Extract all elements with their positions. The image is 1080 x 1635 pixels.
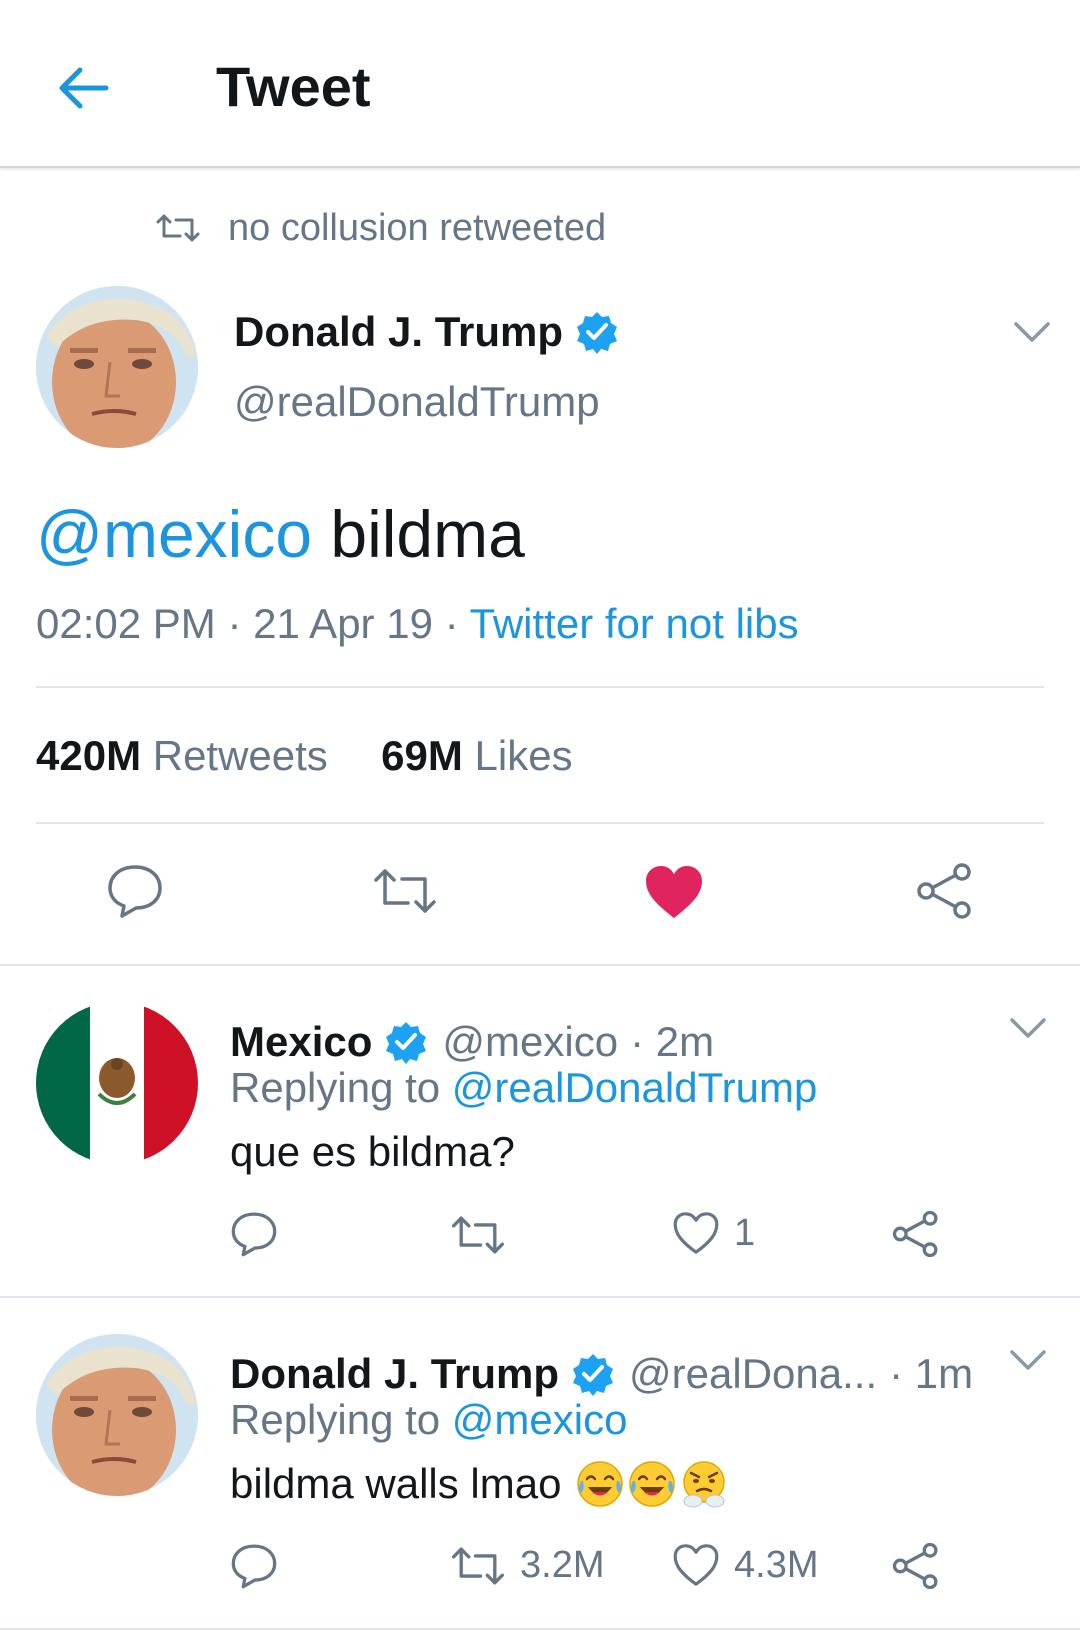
retweet-notice-text: no collusion retweeted <box>228 206 607 249</box>
tweet-date: 21 Apr 19 <box>253 600 433 647</box>
heart-outline-icon <box>673 1212 719 1254</box>
like-count: 4.3M <box>734 1543 819 1586</box>
reply-button[interactable] <box>230 1210 278 1258</box>
retweet-button[interactable] <box>372 866 438 916</box>
retweet-button[interactable] <box>450 1214 520 1256</box>
divider <box>0 1296 1080 1298</box>
replying-to-line: Replying to @realDonaldTrump <box>230 1062 817 1114</box>
tweet-text: @mexico bildma <box>36 496 525 572</box>
replying-to-link[interactable]: @mexico <box>452 1396 628 1443</box>
share-icon <box>917 863 971 919</box>
retweets-count: 420M <box>36 732 142 779</box>
tweet-time: 02:02 PM <box>36 600 216 647</box>
page-title: Tweet <box>216 55 371 118</box>
reply-icon <box>231 1544 277 1589</box>
retweet-notice[interactable]: no collusion retweeted <box>156 204 606 252</box>
verified-badge-icon <box>386 1022 427 1064</box>
face-with-tears-of-joy-icon <box>629 1461 676 1507</box>
retweet-icon <box>156 214 200 242</box>
like-button[interactable] <box>644 864 704 920</box>
top-app-bar: Tweet <box>0 0 1080 168</box>
replying-to-label: Replying to <box>230 1396 452 1443</box>
reply-timestamp: · 1m <box>889 1350 974 1397</box>
reply-author-handle: @realDona... <box>629 1350 878 1397</box>
chevron-down-icon[interactable] <box>1012 318 1052 346</box>
replying-to-line: Replying to @mexico <box>230 1394 627 1446</box>
tweet-meta: 02:02 PM · 21 Apr 19 · Twitter for not l… <box>36 598 799 650</box>
mention-link[interactable]: @mexico <box>36 497 312 571</box>
reply-text: bildma walls lmao <box>230 1458 729 1510</box>
reply-icon <box>231 1212 277 1257</box>
author-handle: @realDonaldTrump <box>234 378 600 425</box>
avatar[interactable] <box>36 286 198 448</box>
author-name: Donald J. Trump <box>234 308 564 355</box>
retweet-button[interactable]: 3.2M <box>450 1544 604 1587</box>
likes-count: 69M <box>381 732 463 779</box>
share-button[interactable] <box>892 1210 940 1258</box>
like-button[interactable]: 1 <box>672 1210 755 1256</box>
retweets-stat[interactable]: 420M Retweets <box>36 732 328 779</box>
retweets-label: Retweets <box>152 732 328 779</box>
reply-body: que es bildma? <box>230 1128 515 1175</box>
author-name-row[interactable]: Donald J. Trump <box>234 304 619 360</box>
tweet-stats: 420M Retweets 69M Likes <box>36 730 573 782</box>
retweet-icon <box>374 869 436 913</box>
like-count: 1 <box>734 1211 756 1254</box>
reply-icon <box>108 865 162 918</box>
trump-avatar-image <box>36 286 198 448</box>
likes-stat[interactable]: 69M Likes <box>381 732 572 779</box>
reply-text: que es bildma? <box>230 1126 515 1178</box>
reply-button[interactable] <box>230 1542 278 1590</box>
like-button[interactable]: 4.3M <box>672 1542 818 1588</box>
divider <box>36 822 1044 824</box>
mexico-flag-avatar-image <box>36 1002 198 1164</box>
reply-timestamp: · 2m <box>630 1018 715 1065</box>
reply-button[interactable] <box>106 862 164 920</box>
retweet-icon <box>451 1547 505 1584</box>
reply-author-handle: @mexico <box>442 1018 619 1065</box>
face-with-tears-of-joy-icon <box>577 1461 624 1507</box>
arrow-left-icon <box>59 67 109 109</box>
meta-separator: · <box>215 600 254 647</box>
reply-body: bildma walls lmao <box>230 1460 562 1507</box>
share-button[interactable] <box>916 862 974 920</box>
tweet-source-link[interactable]: Twitter for not libs <box>470 600 799 647</box>
reply-author-name: Mexico <box>230 1018 373 1065</box>
share-icon <box>892 1210 938 1258</box>
replying-to-label: Replying to <box>230 1064 452 1111</box>
verified-badge-icon <box>573 1354 614 1396</box>
share-icon <box>892 1542 938 1590</box>
tweet-body: bildma <box>312 497 525 571</box>
trump-avatar-image <box>36 1334 198 1496</box>
heart-filled-icon <box>646 866 702 918</box>
divider <box>36 686 1044 688</box>
retweet-icon <box>451 1216 505 1254</box>
avatar[interactable] <box>36 1002 198 1164</box>
reply-author-name: Donald J. Trump <box>230 1350 560 1397</box>
replying-to-link[interactable]: @realDonaldTrump <box>452 1064 818 1111</box>
verified-badge-icon <box>577 312 618 354</box>
back-button[interactable] <box>52 56 116 120</box>
avatar[interactable] <box>36 1334 198 1496</box>
chevron-down-icon[interactable] <box>1008 1346 1048 1374</box>
chevron-down-icon[interactable] <box>1008 1014 1048 1042</box>
heart-outline-icon <box>673 1544 719 1586</box>
retweet-count: 3.2M <box>520 1544 605 1586</box>
likes-label: Likes <box>474 732 573 779</box>
share-button[interactable] <box>892 1542 940 1590</box>
divider <box>0 1628 1080 1630</box>
meta-separator: · <box>432 600 470 647</box>
divider <box>0 964 1080 966</box>
face-with-steam-from-nose-icon <box>683 1461 726 1508</box>
